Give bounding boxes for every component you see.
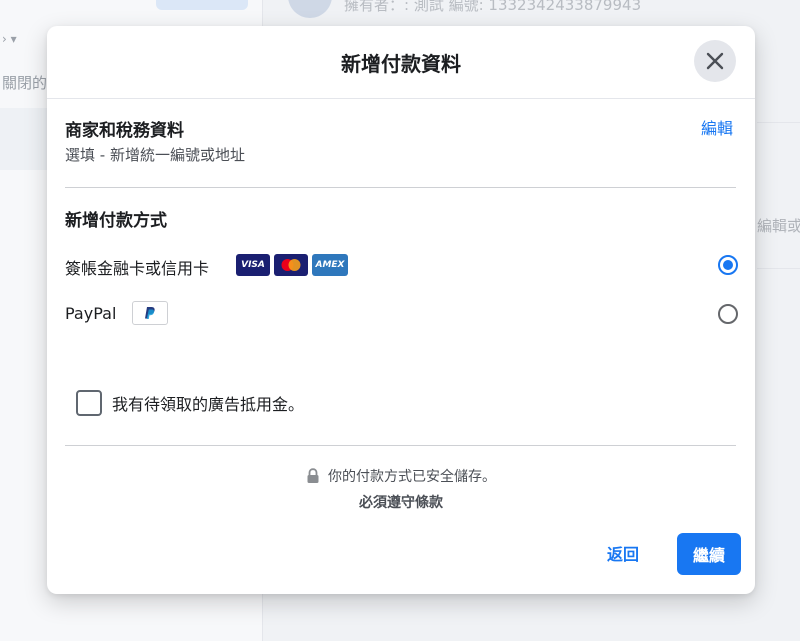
background-divider [757,122,800,123]
ad-credit-label: 我有待領取的廣告抵用金。 [112,395,305,414]
business-info-subtitle: 選填 - 新增統一編號或地址 [65,146,245,164]
section-divider [65,187,736,188]
mastercard-logo-icon [274,254,308,276]
close-button[interactable] [694,40,736,82]
terms-link[interactable]: 必須遵守條款 [47,492,755,512]
visa-logo-icon: VISA [236,254,270,276]
dialog-header: 新增付款資料 [47,26,755,99]
continue-button[interactable]: 繼續 [677,533,741,575]
paypal-icon [145,307,155,319]
close-icon [706,52,724,70]
paypal-logo-badge [132,301,168,325]
background-account-text: 擁有者：: 測試 編號: 1332342433879943 [344,0,642,14]
background-button [156,0,248,10]
amex-logo-icon: AMEX [312,254,348,276]
paypal-option-radio[interactable] [718,304,738,324]
card-option-radio[interactable] [718,255,738,275]
secure-notice: 你的付款方式已安全儲存。 [47,466,755,486]
mastercard-circles-icon [281,259,301,271]
background-edit-text: 編輯或 [757,217,800,235]
payment-method-title: 新增付款方式 [65,211,167,231]
back-button[interactable]: 返回 [607,541,639,565]
dialog-title: 新增付款資料 [341,52,461,76]
secure-notice-text: 你的付款方式已安全儲存。 [328,469,496,485]
paypal-option-label: PayPal [65,304,117,323]
footer-divider [65,445,736,446]
lock-icon [307,468,319,483]
card-option-label: 簽帳金融卡或信用卡 [65,259,210,278]
edit-business-info-link[interactable]: 編輯 [701,115,733,139]
background-avatar [288,0,332,18]
business-info-title: 商家和稅務資料 [65,121,184,141]
background-sidebar-text: 關閉的 [2,74,48,92]
background-divider [757,268,800,269]
background-caret: › ▾ [2,32,17,46]
ad-credit-checkbox[interactable] [76,390,102,416]
add-payment-dialog: 新增付款資料 商家和稅務資料 選填 - 新增統一編號或地址 編輯 新增付款方式 … [47,26,755,594]
